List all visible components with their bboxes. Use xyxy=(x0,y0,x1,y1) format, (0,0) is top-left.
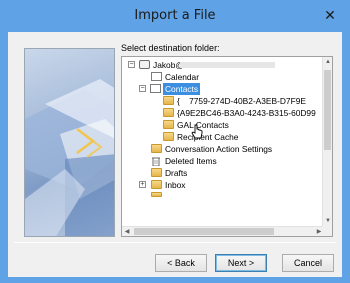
tree-item-label: Recipient Cache xyxy=(177,132,239,142)
cancel-button[interactable]: Cancel xyxy=(282,254,334,272)
folder-icon xyxy=(163,132,174,141)
contacts-icon xyxy=(150,84,161,93)
deleted-items-icon xyxy=(151,156,161,167)
wizard-art-image xyxy=(24,48,115,237)
footer-divider xyxy=(14,242,336,243)
back-button[interactable]: < Back xyxy=(155,254,207,272)
next-button[interactable]: Next > xyxy=(215,254,267,272)
tree-item-label: Deleted Items xyxy=(165,156,217,166)
folder-icon xyxy=(163,108,174,117)
destination-folder-label: Select destination folder: xyxy=(121,43,220,53)
collapse-icon[interactable]: − xyxy=(139,85,146,92)
folder-tree[interactable]: − Jakob@ Calendar − Contacts { 7759-274D… xyxy=(121,56,333,237)
vertical-scrollbar[interactable]: ▲ ▼ xyxy=(322,57,332,226)
hand-cursor-icon xyxy=(191,124,203,139)
close-icon[interactable]: ✕ xyxy=(319,5,341,25)
folder-icon xyxy=(163,96,174,105)
folder-icon xyxy=(163,120,174,129)
tree-item-label: Drafts xyxy=(165,168,188,178)
scroll-down-icon[interactable]: ▼ xyxy=(323,216,332,226)
folder-icon xyxy=(151,192,162,197)
title-bar[interactable]: Import a File ✕ xyxy=(1,1,349,32)
redacted-email xyxy=(180,62,275,68)
tree-item-label: Conversation Action Settings xyxy=(165,144,273,154)
import-file-dialog: Import a File ✕ Select destination folde… xyxy=(0,0,350,283)
folder-icon xyxy=(151,168,162,177)
vertical-scroll-thumb[interactable] xyxy=(324,70,331,150)
tree-item-label: { 7759-274D-40B2-A3EB-D7F9E xyxy=(177,96,306,106)
scroll-left-icon[interactable]: ◀ xyxy=(122,227,132,236)
horizontal-scrollbar[interactable]: ◀ ▶ xyxy=(122,226,324,236)
horizontal-scroll-thumb[interactable] xyxy=(134,228,274,235)
dialog-title: Import a File xyxy=(134,8,216,23)
mailbox-icon xyxy=(139,60,150,69)
tree-item-label: Inbox xyxy=(165,180,186,190)
folder-icon xyxy=(151,144,162,153)
expand-icon[interactable]: + xyxy=(139,181,146,188)
collapse-icon[interactable]: − xyxy=(128,61,135,68)
dialog-body: Select destination folder: − Jakob@ Cale… xyxy=(8,32,342,277)
tree-item-label: Calendar xyxy=(165,72,199,82)
scroll-up-icon[interactable]: ▲ xyxy=(323,57,332,67)
tree-item-label: Contacts xyxy=(163,83,201,95)
calendar-icon xyxy=(151,72,162,81)
tree-item-label: {A9E2BC46-B3A0-4243-B315-60D99 xyxy=(177,108,316,118)
folder-icon xyxy=(151,180,162,189)
scrollbar-corner xyxy=(322,226,332,236)
arrow-graphic-icon xyxy=(25,79,114,236)
